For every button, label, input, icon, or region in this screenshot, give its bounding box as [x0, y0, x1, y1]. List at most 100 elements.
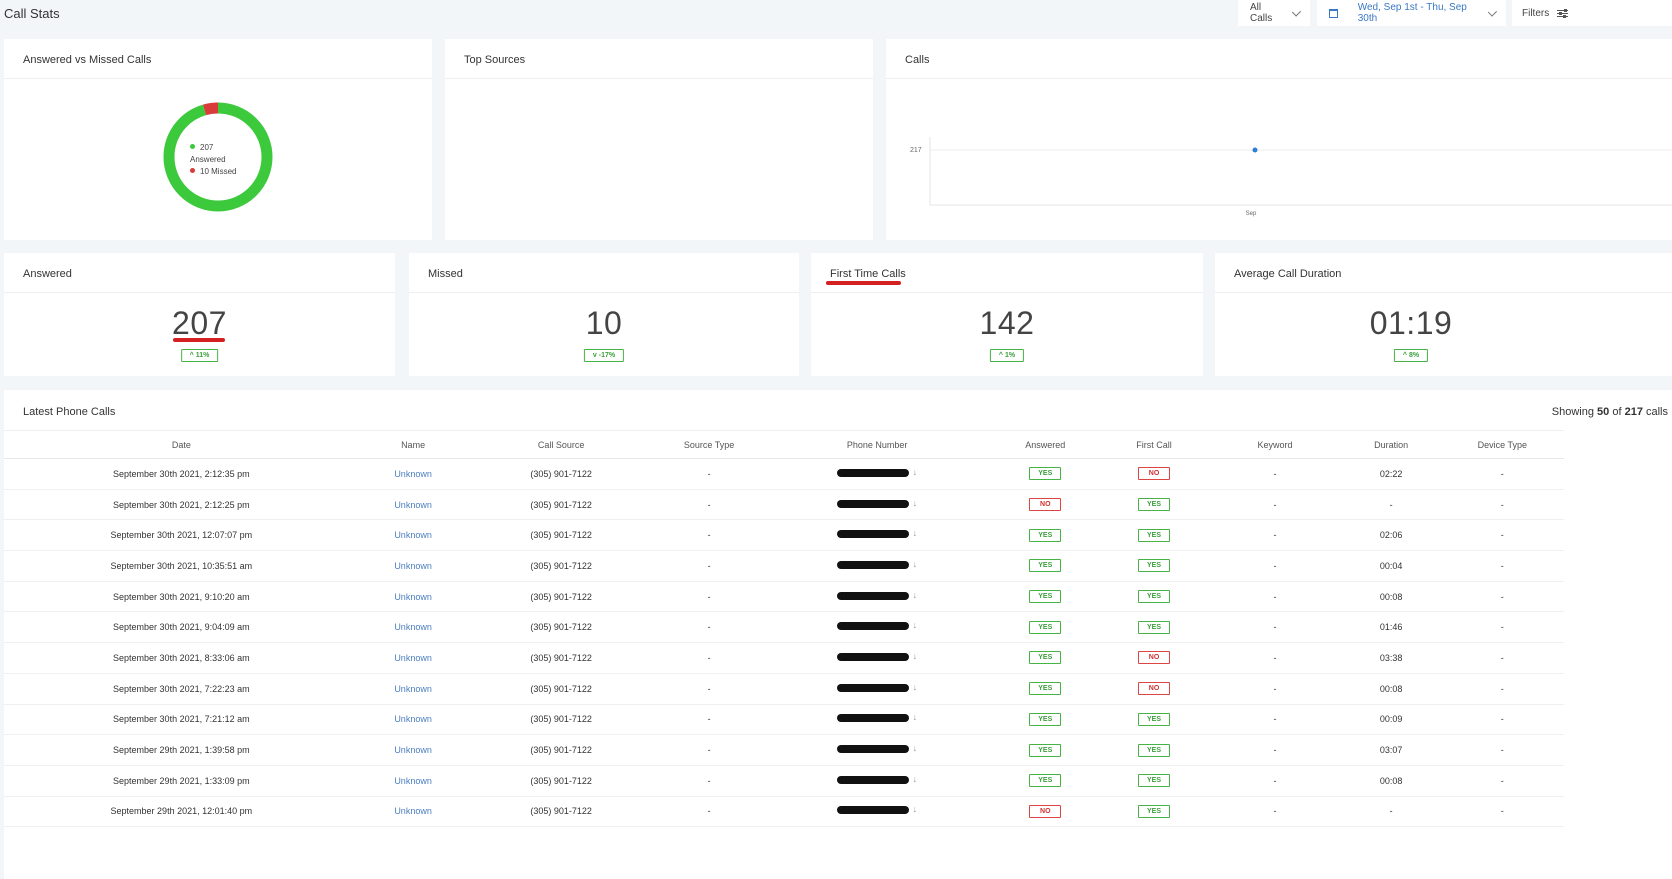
page-title: Call Stats — [4, 6, 60, 21]
duration-cell: 00:08 — [1341, 581, 1441, 613]
change-badge: ^ 8% — [1393, 349, 1429, 362]
device-type-cell: - — [1440, 796, 1564, 828]
arrow-down-icon[interactable]: ↓ — [913, 774, 918, 784]
source-type-cell: - — [654, 642, 764, 674]
name-link[interactable]: Unknown — [358, 611, 468, 644]
answered-badge: YES — [1029, 559, 1062, 573]
call-source-cell: (305) 901-7122 — [467, 581, 655, 613]
column-header-source-type[interactable]: Source Type — [654, 430, 764, 459]
phone-number-cell: ↓ — [763, 489, 991, 521]
name-link[interactable]: Unknown — [358, 796, 468, 828]
name-link[interactable]: Unknown — [358, 734, 468, 766]
calendar-icon — [1329, 8, 1338, 18]
red-annotation-underline — [173, 338, 225, 342]
arrow-down-icon[interactable]: ↓ — [913, 528, 918, 538]
column-header-keyword[interactable]: Keyword — [1208, 430, 1342, 459]
answered-cell: YES — [990, 458, 1100, 490]
date-cell: September 29th 2021, 1:33:09 pm — [4, 765, 359, 797]
table-body: September 30th 2021, 2:12:35 pm Unknown (3… — [4, 458, 1564, 828]
name-link[interactable]: Unknown — [358, 489, 468, 521]
answered-badge: YES — [1029, 682, 1062, 696]
device-type-cell: - — [1440, 489, 1564, 521]
keyword-cell: - — [1208, 519, 1342, 552]
name-link[interactable]: Unknown — [358, 519, 468, 552]
column-header-duration[interactable]: Duration — [1341, 430, 1441, 459]
first-call-cell: NO — [1099, 673, 1209, 705]
redaction-mark — [837, 683, 910, 692]
first-call-cell: YES — [1099, 734, 1209, 766]
redacted-phone: ↓ — [837, 682, 917, 694]
arrow-down-icon[interactable]: ↓ — [913, 743, 918, 753]
table-header-row: Date Name Call Source Source Type Phone Numb… — [4, 430, 1564, 459]
column-header-phone-number[interactable]: Phone Number — [763, 430, 991, 459]
date-cell: September 30th 2021, 12:07:07 pm — [4, 519, 359, 552]
chevron-down-icon — [1291, 6, 1301, 17]
date-cell: September 30th 2021, 9:04:09 am — [4, 611, 359, 644]
arrow-down-icon[interactable]: ↓ — [913, 682, 918, 692]
column-header-first-call[interactable]: First Call — [1099, 430, 1209, 459]
table-title: Latest Phone Calls — [23, 406, 116, 418]
date-cell: September 30th 2021, 10:35:51 am — [4, 550, 359, 582]
redaction-mark — [837, 714, 910, 723]
column-header-device-type[interactable]: Device Type — [1440, 430, 1564, 459]
latest-phone-calls-card: Latest Phone Calls Showing 50 of 217 cal… — [4, 390, 1672, 879]
arrow-down-icon[interactable]: ↓ — [913, 559, 918, 569]
legend-answered-label: Answered — [190, 155, 226, 164]
name-link[interactable]: Unknown — [358, 550, 468, 582]
call-source-cell: (305) 901-7122 — [467, 519, 655, 552]
first-call-badge: YES — [1138, 590, 1171, 604]
name-link[interactable]: Unknown — [358, 581, 468, 613]
call-source-cell: (305) 901-7122 — [467, 704, 655, 736]
arrow-down-icon[interactable]: ↓ — [913, 590, 918, 600]
arrow-down-icon[interactable]: ↓ — [913, 467, 918, 477]
keyword-cell: - — [1208, 581, 1342, 613]
call-source-cell: (305) 901-7122 — [467, 673, 655, 705]
arrow-down-icon[interactable]: ↓ — [913, 651, 918, 661]
redacted-phone: ↓ — [837, 651, 917, 663]
legend-answered: 207 — [190, 142, 236, 154]
column-header-date[interactable]: Date — [4, 430, 359, 459]
device-type-cell: - — [1440, 458, 1564, 490]
first-call-badge: YES — [1138, 774, 1171, 788]
column-header-answered[interactable]: Answered — [990, 430, 1100, 459]
device-type-cell: - — [1440, 581, 1564, 613]
redacted-phone: ↓ — [837, 774, 917, 786]
answered-badge: YES — [1029, 620, 1062, 634]
name-link[interactable]: Unknown — [358, 673, 468, 705]
phone-number-cell: ↓ — [763, 734, 991, 766]
name-link[interactable]: Unknown — [358, 458, 468, 490]
arrow-down-icon[interactable]: ↓ — [913, 498, 918, 508]
name-link[interactable]: Unknown — [358, 704, 468, 736]
table-row: September 30th 2021, 8:33:06 am Unknown (3… — [4, 642, 1564, 674]
table-row: September 30th 2021, 2:12:35 pm Unknown (3… — [4, 458, 1564, 490]
table-row: September 29th 2021, 1:39:58 pm Unknown (3… — [4, 734, 1564, 766]
call-source-cell: (305) 901-7122 — [467, 642, 655, 674]
keyword-cell: - — [1208, 765, 1342, 797]
data-point[interactable] — [1252, 147, 1258, 153]
stat-value: 207 — [172, 305, 227, 341]
column-header-call-source[interactable]: Call Source — [467, 430, 655, 459]
name-link[interactable]: Unknown — [358, 642, 468, 674]
arrow-down-icon[interactable]: ↓ — [913, 620, 918, 630]
date-range-picker[interactable]: Wed, Sep 1st - Thu, Sep 30th — [1317, 0, 1506, 26]
column-header-name[interactable]: Name — [358, 430, 468, 459]
filters-button[interactable]: Filters — [1512, 0, 1672, 26]
call-source-cell: (305) 901-7122 — [467, 550, 655, 582]
arrow-down-icon[interactable]: ↓ — [913, 804, 918, 814]
stat-label: First Time Calls — [811, 253, 1203, 293]
answered-cell: YES — [990, 581, 1100, 613]
date-cell: September 29th 2021, 1:39:58 pm — [4, 734, 359, 766]
duration-cell: 00:09 — [1341, 704, 1441, 736]
name-link[interactable]: Unknown — [358, 765, 468, 797]
stat-label: Missed — [409, 253, 799, 293]
stat-value: 01:19 — [1369, 305, 1453, 341]
all-calls-dropdown[interactable]: All Calls — [1238, 0, 1310, 26]
arrow-down-icon[interactable]: ↓ — [913, 712, 918, 722]
card-title: Answered vs Missed Calls — [4, 39, 432, 79]
answered-cell: YES — [990, 765, 1100, 797]
phone-number-cell: ↓ — [763, 642, 991, 674]
all-calls-label: All Calls — [1250, 2, 1273, 24]
duration-cell: 02:06 — [1341, 519, 1441, 552]
device-type-cell: - — [1440, 642, 1564, 674]
date-cell: September 30th 2021, 2:12:35 pm — [4, 458, 359, 490]
